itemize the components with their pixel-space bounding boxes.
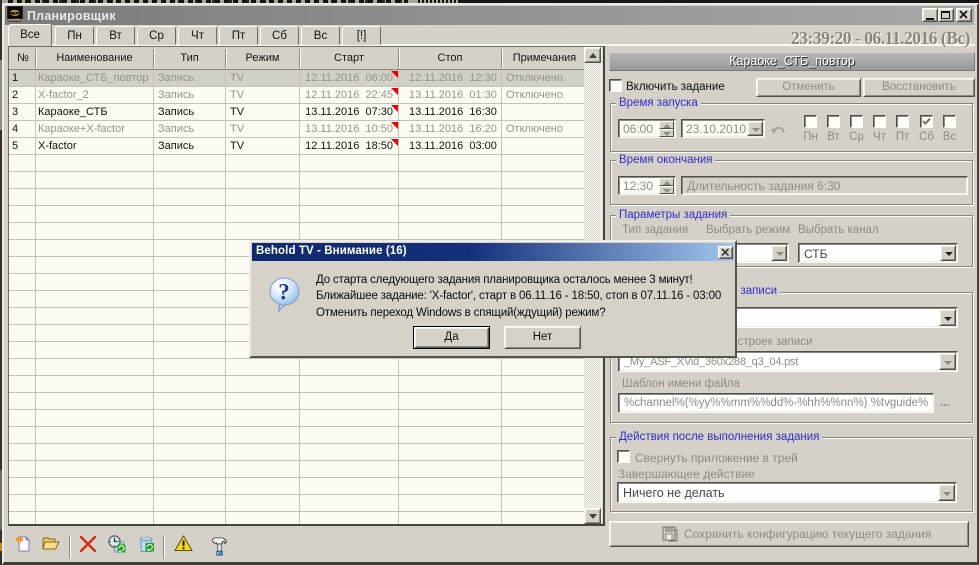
svg-text:?: ? bbox=[278, 280, 290, 305]
